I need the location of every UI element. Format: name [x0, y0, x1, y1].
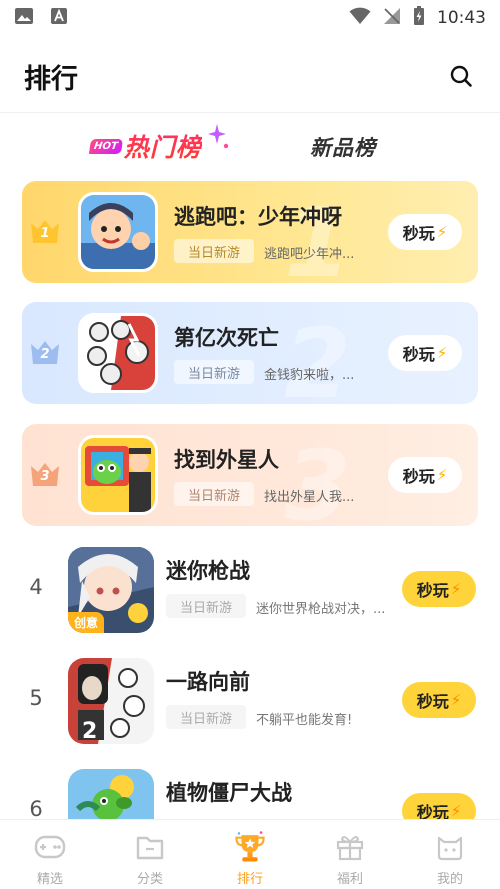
bottom-navigation: 精选 分类 排行 福利 我的 — [0, 819, 500, 889]
game-description: 迷你世界枪战对决，... — [256, 602, 386, 617]
instant-play-button[interactable]: 秒玩 ⚡ — [402, 571, 476, 607]
app-notification-icon — [50, 7, 68, 29]
game-name: 第亿次死亡 — [174, 326, 279, 350]
rank-card-1[interactable]: 1 1 逃跑吧：少年冲呀 当日新游 逃跑吧少年冲... 秒玩 ⚡ — [22, 181, 478, 283]
nav-welfare[interactable]: 福利 — [300, 820, 400, 889]
card-watermark: 2 — [284, 308, 351, 404]
rank-number: 6 — [29, 797, 43, 821]
game-icon[interactable]: 创意 — [68, 547, 154, 633]
gallery-notification-icon — [14, 7, 34, 29]
play-label: 秒玩 — [416, 581, 449, 600]
game-icon[interactable] — [78, 192, 158, 272]
rank-card-2[interactable]: 2 2 第亿次死亡 当日新游 金钱豹来啦，... 秒玩 ⚡ — [22, 302, 478, 404]
new-game-tag: 当日新游 — [166, 594, 247, 618]
folder-icon — [133, 830, 167, 864]
play-label: 秒玩 — [402, 345, 435, 364]
lightning-icon: ⚡ — [436, 466, 448, 484]
new-game-tag: 当日新游 — [174, 360, 255, 384]
status-bar: 10:43 — [0, 0, 500, 36]
instant-play-button[interactable]: 秒玩 ⚡ — [402, 682, 476, 718]
play-label: 秒玩 — [416, 692, 449, 711]
battery-charging-icon — [413, 6, 425, 30]
game-description: 金钱豹来啦，... — [264, 368, 355, 383]
nav-label: 福利 — [336, 872, 363, 887]
rank-number: 1 — [40, 226, 50, 241]
instant-play-button[interactable]: 秒玩 ⚡ — [388, 335, 462, 371]
rank-card-3[interactable]: 3 3 找到外星人 当日新游 找出外星人我... 秒玩 ⚡ — [22, 424, 478, 526]
rank-list-item-4[interactable]: 4 创意 迷你枪战 当日新游 迷你世界枪战对决，... 秒玩 ⚡ — [0, 541, 500, 651]
hot-badge: HOT — [88, 138, 123, 154]
tab-hot-chart[interactable]: HOT 热门榜 — [88, 124, 229, 164]
instant-play-button[interactable]: 秒玩 ⚡ — [388, 457, 462, 493]
nav-label: 排行 — [236, 872, 263, 887]
rank-number: 2 — [40, 347, 50, 362]
svg-text:2: 2 — [82, 719, 97, 744]
clock: 10:43 — [437, 8, 486, 28]
rank-list-item-5[interactable]: 5 2 一路向前 当日新游 不躺平也能发育! 秒玩 ⚡ — [0, 652, 500, 762]
lightning-icon: ⚡ — [450, 691, 462, 709]
lightning-icon: ⚡ — [450, 802, 462, 820]
trophy-icon — [233, 830, 267, 864]
lightning-icon: ⚡ — [436, 344, 448, 362]
nav-label: 精选 — [36, 872, 63, 887]
header-divider — [0, 112, 500, 113]
game-icon[interactable] — [78, 435, 158, 515]
new-game-tag: 当日新游 — [166, 705, 247, 729]
bronze-crown-icon: 3 — [30, 460, 60, 488]
play-label: 秒玩 — [402, 224, 435, 243]
rank-number: 5 — [29, 686, 43, 710]
game-name: 植物僵尸大战 — [166, 781, 292, 805]
wifi-icon — [349, 7, 371, 29]
play-label: 秒玩 — [402, 467, 435, 486]
nav-label: 我的 — [436, 872, 463, 887]
search-icon — [450, 65, 472, 87]
tab-hot-label: 热门榜 — [124, 128, 202, 164]
game-name: 一路向前 — [166, 670, 250, 694]
game-description: 不躺平也能发育! — [256, 713, 353, 728]
sparkle-icon — [208, 124, 230, 156]
search-button[interactable] — [446, 61, 476, 91]
gift-icon — [333, 830, 367, 864]
silver-crown-icon: 2 — [30, 338, 60, 366]
game-icon[interactable]: 2 — [68, 658, 154, 744]
app-header: 排行 — [0, 48, 500, 104]
rank-number: 3 — [40, 469, 50, 484]
nav-ranking[interactable]: 排行 — [200, 820, 300, 889]
nav-label: 分类 — [136, 872, 163, 887]
game-description: 逃跑吧少年冲... — [264, 247, 355, 262]
gold-crown-icon: 1 — [30, 217, 60, 245]
lightning-icon: ⚡ — [436, 223, 448, 241]
page-title: 排行 — [24, 63, 78, 95]
game-name: 逃跑吧：少年冲呀 — [174, 205, 342, 229]
gamepad-icon — [33, 830, 67, 864]
card-watermark: 3 — [284, 430, 351, 526]
lightning-icon: ⚡ — [450, 580, 462, 598]
profile-cat-icon — [433, 830, 467, 864]
nav-category[interactable]: 分类 — [100, 820, 200, 889]
creative-badge: 创意 — [68, 612, 105, 633]
no-signal-icon — [383, 7, 401, 29]
tab-new-chart[interactable]: 新品榜 — [310, 132, 376, 162]
game-icon[interactable] — [78, 313, 158, 393]
nav-mine[interactable]: 我的 — [400, 820, 500, 889]
game-description: 找出外星人我... — [264, 490, 355, 505]
game-name: 找到外星人 — [174, 448, 279, 472]
rank-tabs: HOT 热门榜 新品榜 — [0, 122, 500, 176]
new-game-tag: 当日新游 — [174, 239, 255, 263]
game-name: 迷你枪战 — [166, 559, 250, 583]
nav-featured[interactable]: 精选 — [0, 820, 100, 889]
rank-number: 4 — [29, 575, 43, 599]
instant-play-button[interactable]: 秒玩 ⚡ — [388, 214, 462, 250]
new-game-tag: 当日新游 — [174, 482, 255, 506]
